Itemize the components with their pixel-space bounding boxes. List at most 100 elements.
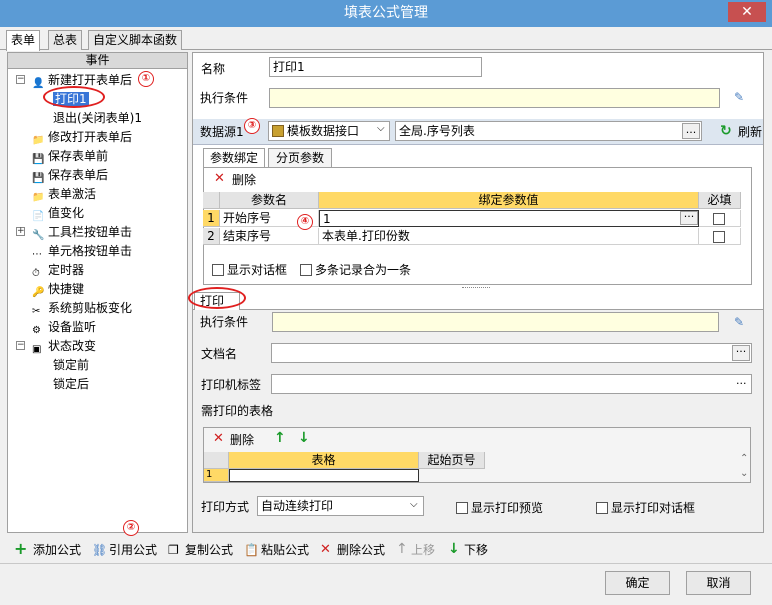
print-table-cell[interactable]	[229, 469, 419, 482]
tree-expander[interactable]: −	[16, 341, 25, 350]
move-up-icon: ↑	[396, 541, 408, 557]
reference-formula-button[interactable]: 引用公式	[109, 541, 157, 559]
chevron-down-icon[interactable]: ⌵	[410, 499, 418, 510]
copy-icon[interactable]: ❐	[168, 541, 179, 559]
document-name-input[interactable]	[271, 343, 752, 363]
link-icon[interactable]: ⛓	[92, 541, 107, 559]
param-value-header: 绑定参数值	[319, 192, 699, 209]
paste-icon[interactable]: 📋	[244, 541, 259, 559]
person-icon: 👤	[32, 78, 45, 89]
datasource-input[interactable]: 全局.序号列表	[395, 121, 702, 141]
datasource-type-select[interactable]: 模板数据接口	[268, 121, 390, 141]
printer-label-input[interactable]	[271, 374, 752, 394]
cancel-button[interactable]: 取消	[686, 571, 751, 595]
tree-item[interactable]: 退出(关闭表单)1	[53, 109, 142, 127]
tree-item[interactable]: 锁定前	[53, 356, 89, 374]
datasource-browse-button[interactable]: ...	[682, 123, 700, 139]
delete-formula-button[interactable]: 删除公式	[337, 541, 385, 559]
highlight-circle	[188, 287, 246, 309]
print-mode-select[interactable]: 自动连续打印	[257, 496, 424, 516]
refresh-button[interactable]: 刷新	[738, 124, 762, 140]
tree-item[interactable]: ⏱ 定时器	[32, 261, 84, 279]
row-number: 1	[204, 469, 229, 482]
scroll-up-icon[interactable]: ⌃	[740, 453, 748, 464]
tree-expander[interactable]: +	[16, 227, 25, 236]
tree-item[interactable]: ⚙ 设备监听	[32, 318, 96, 336]
paste-formula-button[interactable]: 粘贴公式	[261, 541, 309, 559]
show-print-dialog-checkbox[interactable]	[596, 502, 608, 514]
main-tabstrip: 表单 总表 自定义脚本函数	[0, 28, 772, 51]
show-preview-checkbox[interactable]	[456, 502, 468, 514]
name-input[interactable]: 打印1	[269, 57, 482, 77]
events-header: 事件	[8, 53, 187, 69]
tree-item[interactable]: ✂ 系统剪贴板变化	[32, 299, 132, 317]
tree-item[interactable]: ▣ 状态改变	[32, 337, 96, 355]
move-up-button: 上移	[411, 543, 436, 557]
param-value-cell[interactable]: 本表单.打印份数	[319, 228, 699, 245]
folder-icon: 📁	[32, 192, 45, 203]
delete-x-icon[interactable]: ✕	[213, 431, 224, 446]
ok-button[interactable]: 确定	[605, 571, 670, 595]
print-condition-input[interactable]	[272, 312, 719, 332]
delete-x-icon[interactable]: ✕	[214, 171, 225, 186]
tree-item-label: 值变化	[48, 206, 85, 220]
refresh-icon[interactable]: ↻	[720, 123, 732, 139]
tab-form[interactable]: 表单	[6, 30, 41, 51]
condition-edit-icon[interactable]: ✎	[734, 90, 748, 104]
tab-paging-params[interactable]: 分页参数	[268, 148, 332, 168]
required-checkbox[interactable]	[713, 213, 725, 225]
close-button[interactable]: ✕	[728, 2, 766, 22]
print-condition-edit-icon[interactable]: ✎	[734, 315, 748, 329]
splitter-handle[interactable]	[462, 287, 490, 289]
printer-label-browse-icon[interactable]: ···	[736, 377, 747, 390]
copy-formula-button[interactable]: 复制公式	[185, 541, 233, 559]
tab-summary[interactable]: 总表	[48, 30, 83, 50]
tree-item-label: 保存表单后	[48, 168, 109, 182]
tree-item-label: 表单激活	[48, 187, 97, 201]
chevron-down-icon[interactable]: ⌵	[377, 123, 385, 134]
required-checkbox[interactable]	[713, 231, 725, 243]
show-dialog-checkbox[interactable]	[212, 264, 224, 276]
param-value-cell[interactable]: 1	[319, 210, 699, 227]
tree-item[interactable]: 📁 表单激活	[32, 185, 96, 203]
tab-custom-script[interactable]: 自定义脚本函数	[88, 30, 183, 50]
tree-item-label: 锁定前	[53, 358, 90, 372]
tree-item[interactable]: 📁 修改打开表单后	[32, 128, 132, 146]
document-name-browse-button[interactable]: ···	[732, 345, 750, 361]
scroll-down-icon[interactable]: ⌄	[740, 468, 748, 479]
merge-records-label: 多条记录合为一条	[315, 263, 412, 277]
param-name-cell: 结束序号	[220, 228, 319, 245]
move-down-button[interactable]: 下移	[464, 541, 488, 559]
tree-item-label: 状态改变	[48, 339, 97, 353]
merge-records-checkbox[interactable]	[300, 264, 312, 276]
move-down-icon[interactable]: ↓	[298, 430, 310, 446]
print-table-delete-button[interactable]: 删除	[230, 432, 254, 448]
tree-item[interactable]: 💾 保存表单后	[32, 166, 108, 184]
scissors-icon: ✂	[32, 306, 41, 317]
param-delete-button[interactable]: 删除	[232, 172, 256, 188]
tree-item[interactable]: 锁定后	[53, 375, 89, 393]
delete-x-icon[interactable]: ✕	[320, 541, 331, 559]
name-label: 名称	[201, 62, 226, 76]
row-number: 1	[203, 210, 220, 227]
move-down-icon[interactable]: ↓	[448, 540, 460, 558]
show-print-dialog-label: 显示打印对话框	[611, 501, 696, 515]
tree-item[interactable]: ⋯ 单元格按钮单击	[32, 242, 132, 260]
separator	[0, 563, 772, 564]
document-name-label: 文档名	[201, 347, 238, 361]
grid-corner	[204, 452, 229, 469]
move-up-icon[interactable]: ↑	[274, 430, 286, 446]
tree-expander[interactable]: −	[16, 75, 25, 84]
tab-param-binding[interactable]: 参数绑定	[203, 148, 265, 168]
add-icon[interactable]: +	[14, 540, 27, 558]
key-icon: 🔑	[32, 287, 45, 298]
param-value-browse-button[interactable]: ···	[680, 211, 698, 225]
tree-item-label: 工具栏按钮单击	[48, 225, 133, 239]
printer-label-label: 打印机标签	[201, 378, 262, 392]
tree-item[interactable]: 📄 值变化	[32, 204, 84, 222]
tree-item[interactable]: 🔑 快捷键	[32, 280, 84, 298]
tree-item[interactable]: 💾 保存表单前	[32, 147, 108, 165]
tree-item[interactable]: 🔧 工具栏按钮单击	[32, 223, 132, 241]
add-formula-button[interactable]: 添加公式	[33, 541, 81, 559]
condition-input[interactable]	[269, 88, 720, 108]
